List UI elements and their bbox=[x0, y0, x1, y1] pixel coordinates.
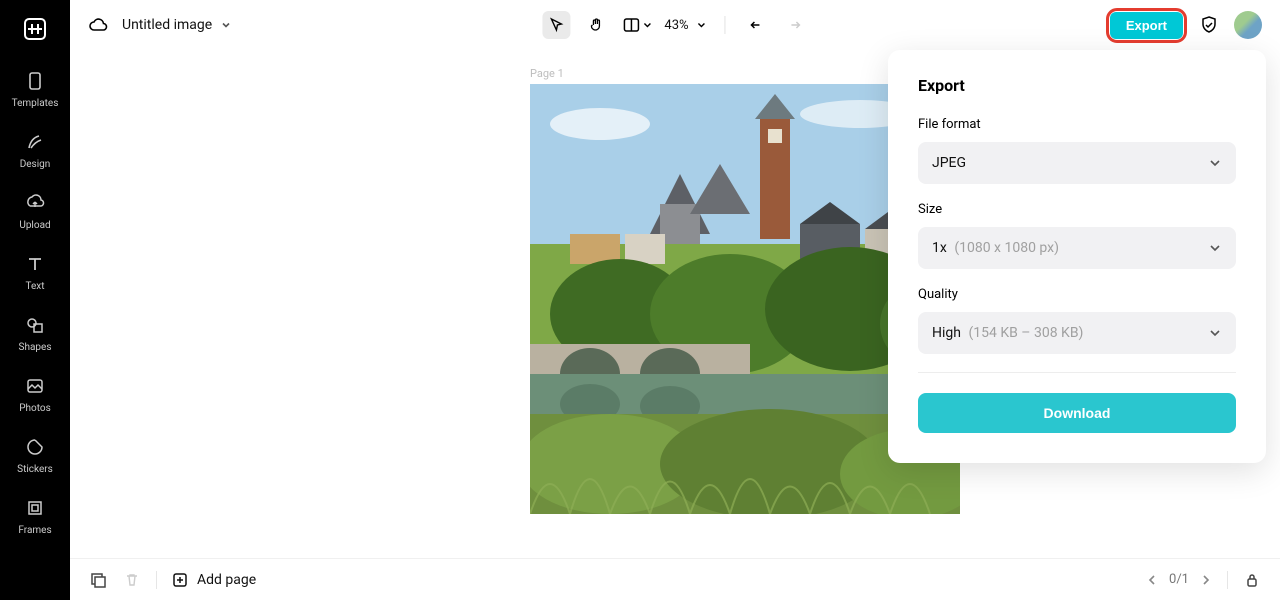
undo-button[interactable] bbox=[744, 11, 772, 39]
prev-page-button[interactable] bbox=[1145, 574, 1159, 586]
sidebar-item-design[interactable]: Design bbox=[0, 121, 70, 182]
sidebar-item-upload[interactable]: Upload bbox=[0, 182, 70, 243]
sidebar-item-photos[interactable]: Photos bbox=[0, 365, 70, 426]
size-value: 1x (1080 x 1080 px) bbox=[932, 240, 1059, 256]
templates-icon bbox=[24, 70, 46, 92]
sidebar: Templates Design Upload Text Shapes Phot… bbox=[0, 0, 70, 600]
delete-page-button[interactable] bbox=[122, 570, 142, 590]
topbar: Untitled image 43% Export bbox=[70, 0, 1280, 50]
lock-button[interactable] bbox=[1242, 570, 1262, 590]
sidebar-item-label: Frames bbox=[18, 525, 51, 536]
app-logo[interactable] bbox=[18, 12, 52, 46]
zoom-value: 43% bbox=[664, 18, 688, 33]
chevron-down-icon bbox=[697, 20, 707, 30]
chevron-down-icon bbox=[220, 19, 232, 31]
fileformat-label: File format bbox=[918, 117, 1236, 132]
shield-icon[interactable] bbox=[1198, 14, 1220, 36]
quality-value: High (154 KB – 308 KB) bbox=[932, 325, 1083, 341]
sidebar-item-shapes[interactable]: Shapes bbox=[0, 304, 70, 365]
design-icon bbox=[24, 131, 46, 153]
topbar-right: Export bbox=[1109, 11, 1262, 40]
add-page-label: Add page bbox=[197, 572, 256, 588]
divider bbox=[918, 372, 1236, 373]
size-label: Size bbox=[918, 202, 1236, 217]
pages-panel-button[interactable] bbox=[88, 570, 108, 590]
chevron-down-icon bbox=[1208, 156, 1222, 170]
page-pager: 0/1 bbox=[1145, 572, 1213, 587]
document-title[interactable]: Untitled image bbox=[122, 17, 232, 33]
quality-select[interactable]: High (154 KB – 308 KB) bbox=[918, 312, 1236, 354]
shapes-icon bbox=[24, 314, 46, 336]
separator bbox=[725, 16, 726, 34]
download-button[interactable]: Download bbox=[918, 393, 1236, 433]
separator bbox=[1227, 571, 1228, 589]
page-label: Page 1 bbox=[530, 67, 564, 80]
sidebar-item-label: Upload bbox=[19, 220, 50, 231]
export-panel-title: Export bbox=[918, 76, 1236, 95]
size-select[interactable]: 1x (1080 x 1080 px) bbox=[918, 227, 1236, 269]
chevron-down-icon bbox=[1208, 241, 1222, 255]
export-highlight: Export bbox=[1109, 11, 1184, 40]
redo-button[interactable] bbox=[780, 11, 808, 39]
sidebar-item-label: Photos bbox=[19, 403, 51, 414]
sidebar-item-label: Templates bbox=[12, 98, 59, 109]
sidebar-item-label: Text bbox=[25, 281, 44, 292]
add-page-button[interactable]: Add page bbox=[171, 571, 256, 589]
select-tool[interactable] bbox=[542, 11, 570, 39]
user-avatar[interactable] bbox=[1234, 11, 1262, 39]
sidebar-item-text[interactable]: Text bbox=[0, 243, 70, 304]
export-panel: Export File format JPEG Size 1x (1080 x … bbox=[888, 50, 1266, 463]
export-button[interactable]: Export bbox=[1110, 12, 1183, 39]
sidebar-item-frames[interactable]: Frames bbox=[0, 487, 70, 548]
canvas-tools: 43% bbox=[542, 11, 807, 39]
fileformat-value: JPEG bbox=[932, 155, 966, 171]
sidebar-item-label: Shapes bbox=[19, 342, 52, 353]
separator bbox=[156, 571, 157, 589]
sidebar-item-templates[interactable]: Templates bbox=[0, 60, 70, 121]
bottombar: Add page 0/1 bbox=[70, 558, 1280, 600]
quality-label: Quality bbox=[918, 287, 1236, 302]
next-page-button[interactable] bbox=[1199, 574, 1213, 586]
hand-tool[interactable] bbox=[582, 11, 610, 39]
cloud-sync-icon[interactable] bbox=[88, 15, 108, 35]
sidebar-item-label: Stickers bbox=[17, 464, 53, 475]
zoom-level[interactable]: 43% bbox=[664, 18, 706, 33]
sidebar-item-stickers[interactable]: Stickers bbox=[0, 426, 70, 487]
fileformat-select[interactable]: JPEG bbox=[918, 142, 1236, 184]
canvas-size-tool[interactable] bbox=[622, 16, 652, 34]
upload-icon bbox=[24, 192, 46, 214]
frames-icon bbox=[24, 497, 46, 519]
photos-icon bbox=[24, 375, 46, 397]
chevron-down-icon bbox=[1208, 326, 1222, 340]
sidebar-item-label: Design bbox=[20, 159, 51, 170]
pager-value: 0/1 bbox=[1169, 572, 1189, 587]
document-title-text: Untitled image bbox=[122, 17, 212, 33]
stickers-icon bbox=[24, 436, 46, 458]
text-icon bbox=[24, 253, 46, 275]
